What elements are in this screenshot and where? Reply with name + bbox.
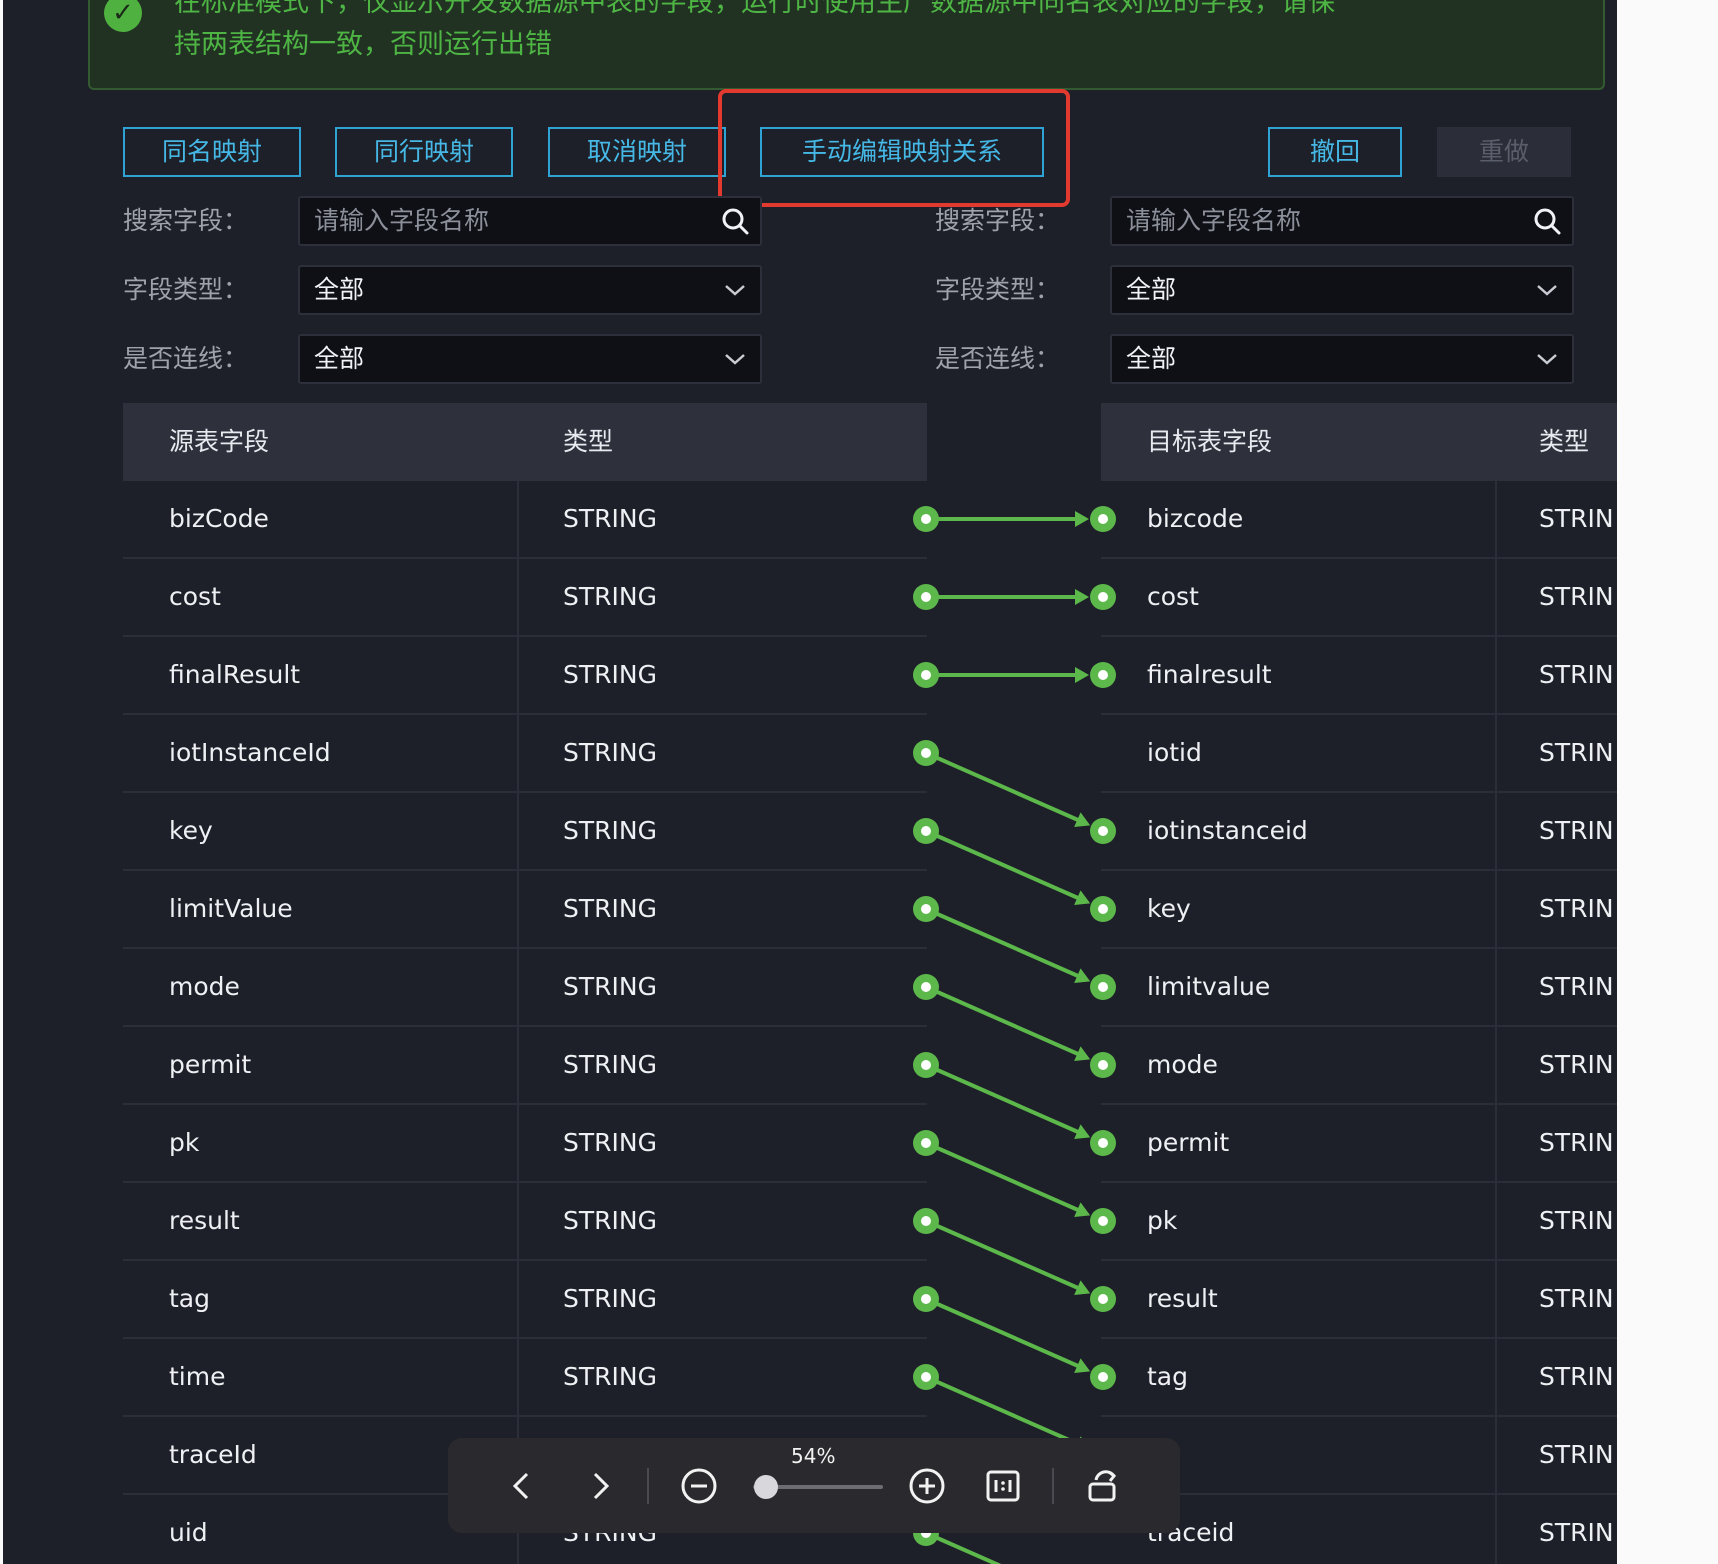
- chevron-right-icon[interactable]: [578, 1464, 622, 1508]
- zoom-toolbar: 54%: [448, 1438, 1180, 1533]
- mapping-link[interactable]: [925, 907, 1084, 980]
- source-link-anchor[interactable]: [913, 818, 939, 844]
- target-link-anchor[interactable]: [1090, 1286, 1116, 1312]
- source-link-anchor[interactable]: [913, 1286, 939, 1312]
- link-arrowhead: [1075, 667, 1089, 683]
- target-link-anchor[interactable]: [1090, 1052, 1116, 1078]
- source-link-anchor[interactable]: [913, 974, 939, 1000]
- source-link-anchor[interactable]: [913, 1052, 939, 1078]
- mapping-link[interactable]: [925, 1531, 1083, 1564]
- target-link-anchor[interactable]: [1090, 974, 1116, 1000]
- toolbar-divider: [1052, 1468, 1054, 1504]
- actual-size-icon[interactable]: [981, 1464, 1025, 1508]
- mapping-link[interactable]: [925, 1141, 1084, 1214]
- mapping-panel: ✓ 在标准模式下，仅显示开发数据源中表的字段，运行时使用生产数据源中同名表对应的…: [3, 0, 1617, 1564]
- mapping-link[interactable]: [925, 751, 1084, 824]
- rotate-icon[interactable]: [1082, 1464, 1126, 1508]
- source-link-anchor[interactable]: [913, 1130, 939, 1156]
- source-link-anchor[interactable]: [913, 740, 939, 766]
- link-arrowhead: [1075, 589, 1089, 605]
- toolbar-divider: [647, 1468, 649, 1504]
- source-link-anchor[interactable]: [913, 896, 939, 922]
- zoom-out-icon[interactable]: [677, 1464, 721, 1508]
- mapping-links: [913, 506, 1116, 1564]
- mapping-link[interactable]: [925, 829, 1084, 902]
- zoom-percent: 54%: [791, 1444, 836, 1468]
- target-link-anchor[interactable]: [1090, 1208, 1116, 1234]
- source-link-anchor[interactable]: [913, 506, 939, 532]
- source-link-anchor[interactable]: [913, 1208, 939, 1234]
- mapping-link[interactable]: [925, 1375, 1084, 1448]
- zoom-in-icon[interactable]: [905, 1464, 949, 1508]
- target-link-anchor[interactable]: [1090, 818, 1116, 844]
- target-link-anchor[interactable]: [1090, 896, 1116, 922]
- chevron-left-icon[interactable]: [500, 1464, 544, 1508]
- target-link-anchor[interactable]: [1090, 1130, 1116, 1156]
- zoom-slider-handle[interactable]: [754, 1475, 778, 1499]
- source-link-anchor[interactable]: [913, 662, 939, 688]
- mapping-link[interactable]: [925, 1063, 1084, 1136]
- target-link-anchor[interactable]: [1090, 662, 1116, 688]
- mapping-link[interactable]: [925, 985, 1084, 1058]
- target-link-anchor[interactable]: [1090, 1364, 1116, 1390]
- target-link-anchor[interactable]: [1090, 506, 1116, 532]
- target-link-anchor[interactable]: [1090, 584, 1116, 610]
- mapping-link[interactable]: [925, 1219, 1084, 1292]
- mapping-link[interactable]: [925, 1297, 1084, 1370]
- source-link-anchor[interactable]: [913, 584, 939, 610]
- source-link-anchor[interactable]: [913, 1364, 939, 1390]
- link-arrowhead: [1075, 511, 1089, 527]
